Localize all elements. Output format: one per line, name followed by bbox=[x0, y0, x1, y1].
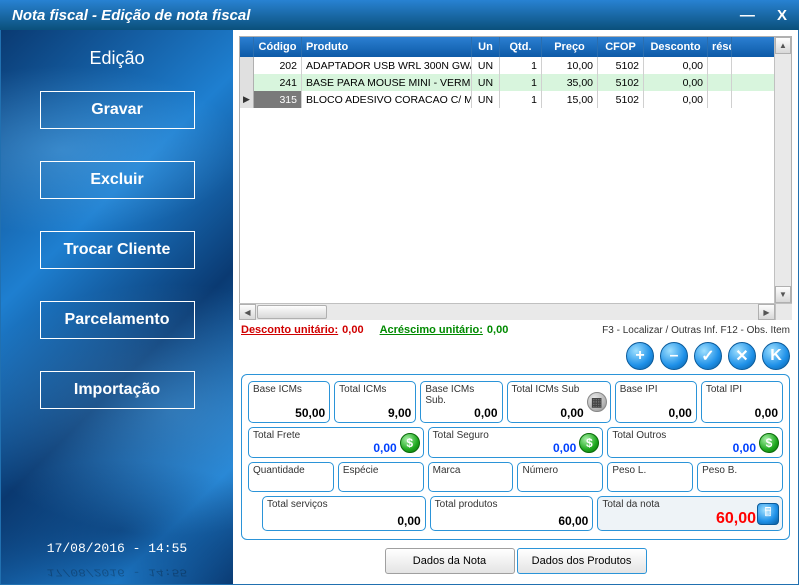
total-servicos-field: Total serviços0,00 bbox=[262, 496, 426, 531]
total-frete-field[interactable]: Total Frete0,00$ bbox=[248, 427, 424, 458]
icms-sub-button[interactable]: ▦ bbox=[587, 392, 607, 412]
calculator-icon[interactable]: 🖩 bbox=[757, 503, 779, 525]
cell-codigo: 315 bbox=[254, 91, 302, 108]
remove-row-button[interactable]: – bbox=[660, 342, 688, 370]
cell-qtd: 1 bbox=[500, 91, 542, 108]
cell-produto: BLOCO ADESIVO CORACAO C/ M bbox=[302, 91, 472, 108]
confirm-row-button[interactable]: ✓ bbox=[694, 342, 722, 370]
frete-money-icon[interactable]: $ bbox=[400, 433, 420, 453]
total-seguro-field[interactable]: Total Seguro0,00$ bbox=[428, 427, 604, 458]
timestamp-reflection: 17/08/2016 - 14:55 bbox=[0, 567, 234, 579]
timestamp: 17/08/2016 - 14:55 bbox=[1, 541, 233, 556]
cell-preco: 15,00 bbox=[542, 91, 598, 108]
importacao-button[interactable]: Importação bbox=[40, 371, 195, 409]
cell-codigo: 241 bbox=[254, 74, 302, 91]
cell-desconto: 0,00 bbox=[644, 57, 708, 74]
cell-preco: 10,00 bbox=[542, 57, 598, 74]
cell-produto: ADAPTADOR USB WRL 300N GWA- bbox=[302, 57, 472, 74]
row-marker bbox=[240, 74, 254, 91]
close-button[interactable]: X bbox=[777, 7, 787, 24]
col-extra[interactable]: réscr bbox=[708, 37, 732, 57]
total-nota-field: Total da nota60,00🖩 bbox=[597, 496, 783, 531]
especie-field[interactable]: Espécie bbox=[338, 462, 424, 492]
total-ipi-field[interactable]: Total IPI0,00 bbox=[701, 381, 783, 423]
titlebar: Nota fiscal - Edição de nota fiscal — X bbox=[0, 0, 799, 30]
cell-extra bbox=[708, 91, 732, 108]
seguro-money-icon[interactable]: $ bbox=[579, 433, 599, 453]
col-cfop[interactable]: CFOP bbox=[598, 37, 644, 57]
quantidade-field[interactable]: Quantidade bbox=[248, 462, 334, 492]
grid-action-bar: + – ✓ ✕ K bbox=[239, 340, 792, 374]
total-icms-sub-field[interactable]: Total ICMs Sub0,00▦ bbox=[507, 381, 611, 423]
cell-extra bbox=[708, 74, 732, 91]
acrescimo-unitario-label: Acréscimo unitário: bbox=[380, 324, 483, 336]
cell-qtd: 1 bbox=[500, 74, 542, 91]
table-row[interactable]: ▶315BLOCO ADESIVO CORACAO C/ MUN115,0051… bbox=[240, 91, 774, 108]
cell-cfop: 5102 bbox=[598, 57, 644, 74]
col-desconto[interactable]: Desconto bbox=[644, 37, 708, 57]
cell-codigo: 202 bbox=[254, 57, 302, 74]
table-row[interactable]: 202ADAPTADOR USB WRL 300N GWA-UN110,0051… bbox=[240, 57, 774, 74]
product-grid[interactable]: Código Produto Un Qtd. Preço CFOP Descon… bbox=[239, 36, 792, 304]
cell-un: UN bbox=[472, 74, 500, 91]
table-row[interactable]: 241BASE PARA MOUSE MINI - VERMEUN135,005… bbox=[240, 74, 774, 91]
scroll-right-icon[interactable]: ▶ bbox=[758, 304, 775, 320]
trocar-cliente-button[interactable]: Trocar Cliente bbox=[40, 231, 195, 269]
cell-un: UN bbox=[472, 91, 500, 108]
col-preco[interactable]: Preço bbox=[542, 37, 598, 57]
total-outros-field[interactable]: Total Outros0,00$ bbox=[607, 427, 783, 458]
window-title: Nota fiscal - Edição de nota fiscal bbox=[12, 7, 250, 24]
discount-info-line: Desconto unitário: 0,00 Acréscimo unitár… bbox=[239, 320, 792, 340]
base-icms-sub-field[interactable]: Base ICMs Sub.0,00 bbox=[420, 381, 502, 423]
horizontal-scrollbar[interactable]: ◀ ▶ bbox=[239, 303, 792, 320]
totals-panel: Base ICMs50,00 Total ICMs9,00 Base ICMs … bbox=[241, 374, 790, 540]
outros-money-icon[interactable]: $ bbox=[759, 433, 779, 453]
cell-preco: 35,00 bbox=[542, 74, 598, 91]
peso-b-field[interactable]: Peso B. bbox=[697, 462, 783, 492]
parcelamento-button[interactable]: Parcelamento bbox=[40, 301, 195, 339]
row-marker bbox=[240, 57, 254, 74]
peso-l-field[interactable]: Peso L. bbox=[607, 462, 693, 492]
tab-dados-produtos[interactable]: Dados dos Produtos bbox=[517, 548, 647, 574]
base-icms-field[interactable]: Base ICMs50,00 bbox=[248, 381, 330, 423]
desconto-unitario-label: Desconto unitário: bbox=[241, 324, 338, 336]
total-produtos-field: Total produtos60,00 bbox=[430, 496, 594, 531]
total-icms-field[interactable]: Total ICMs9,00 bbox=[334, 381, 416, 423]
tab-dados-nota[interactable]: Dados da Nota bbox=[385, 548, 515, 574]
numero-field[interactable]: Número bbox=[517, 462, 603, 492]
row-marker: ▶ bbox=[240, 91, 254, 108]
cell-produto: BASE PARA MOUSE MINI - VERME bbox=[302, 74, 472, 91]
marca-field[interactable]: Marca bbox=[428, 462, 514, 492]
cell-extra bbox=[708, 57, 732, 74]
add-row-button[interactable]: + bbox=[626, 342, 654, 370]
sidebar: Edição Gravar Excluir Trocar Cliente Par… bbox=[1, 30, 233, 584]
minimize-button[interactable]: — bbox=[740, 7, 755, 24]
col-produto[interactable]: Produto bbox=[302, 37, 472, 57]
scroll-left-icon[interactable]: ◀ bbox=[239, 304, 256, 320]
sidebar-heading: Edição bbox=[89, 48, 144, 69]
excluir-button[interactable]: Excluir bbox=[40, 161, 195, 199]
cell-desconto: 0,00 bbox=[644, 91, 708, 108]
cell-cfop: 5102 bbox=[598, 74, 644, 91]
base-ipi-field[interactable]: Base IPI0,00 bbox=[615, 381, 697, 423]
cell-un: UN bbox=[472, 57, 500, 74]
scroll-up-icon[interactable]: ▲ bbox=[775, 37, 791, 54]
bottom-tabs: Dados da Nota Dados dos Produtos bbox=[239, 544, 792, 582]
grid-header: Código Produto Un Qtd. Preço CFOP Descon… bbox=[240, 37, 774, 57]
col-codigo[interactable]: Código bbox=[254, 37, 302, 57]
desconto-unitario-value: 0,00 bbox=[342, 324, 363, 336]
cell-cfop: 5102 bbox=[598, 91, 644, 108]
col-un[interactable]: Un bbox=[472, 37, 500, 57]
k-button[interactable]: K bbox=[762, 342, 790, 370]
cancel-row-button[interactable]: ✕ bbox=[728, 342, 756, 370]
gravar-button[interactable]: Gravar bbox=[40, 91, 195, 129]
cell-qtd: 1 bbox=[500, 57, 542, 74]
shortcut-hints: F3 - Localizar / Outras Inf. F12 - Obs. … bbox=[602, 325, 790, 336]
scroll-thumb[interactable] bbox=[257, 305, 327, 319]
col-qtd[interactable]: Qtd. bbox=[500, 37, 542, 57]
scroll-down-icon[interactable]: ▼ bbox=[775, 286, 791, 303]
cell-desconto: 0,00 bbox=[644, 74, 708, 91]
vertical-scrollbar[interactable]: ▲ ▼ bbox=[774, 37, 791, 303]
acrescimo-unitario-value: 0,00 bbox=[487, 324, 508, 336]
